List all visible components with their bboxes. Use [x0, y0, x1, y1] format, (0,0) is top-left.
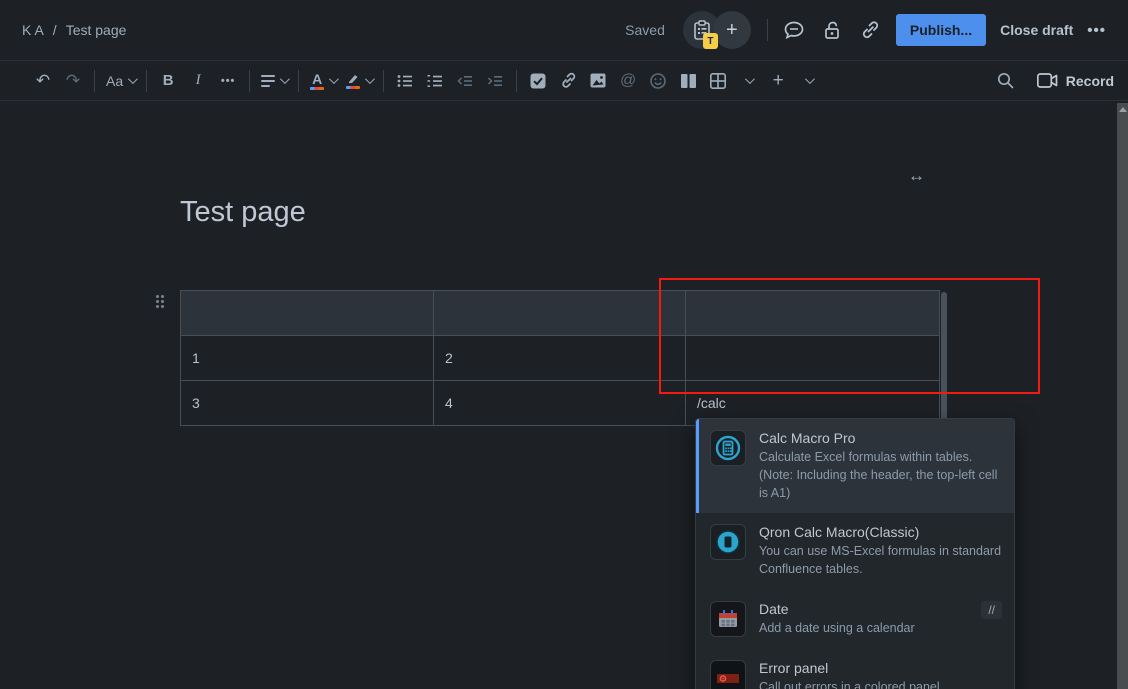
bullet-list-icon[interactable]	[392, 67, 418, 95]
bold-button[interactable]: B	[155, 67, 181, 95]
link-icon[interactable]	[555, 67, 581, 95]
chevron-down-icon	[128, 74, 138, 84]
insert-template-plus-button[interactable]: +	[713, 11, 751, 49]
layouts-icon[interactable]	[675, 67, 701, 95]
toolbar-divider	[516, 70, 517, 92]
editor-canvas[interactable]: ↔ Test page 1 2 3 4 /calc	[0, 102, 1117, 689]
emoji-icon[interactable]	[645, 67, 671, 95]
record-button[interactable]: Record	[1037, 73, 1114, 89]
breadcrumb-separator: /	[53, 22, 57, 38]
search-icon[interactable]	[993, 67, 1019, 95]
outdent-icon[interactable]	[452, 67, 478, 95]
table-header-row[interactable]	[181, 291, 940, 336]
chevron-down-icon	[365, 74, 375, 84]
chevron-down-icon	[745, 74, 755, 84]
menu-item-qron-calc-macro[interactable]: Qron Calc Macro(Classic) You can use MS-…	[696, 513, 1014, 590]
date-icon	[710, 601, 746, 637]
table-cell[interactable]	[686, 336, 940, 381]
menu-item-title: Error panel	[759, 660, 1002, 676]
menu-item-title: Calc Macro Pro	[759, 430, 1002, 446]
page-title[interactable]: Test page	[180, 196, 306, 229]
chevron-down-icon	[329, 74, 339, 84]
error-panel-icon	[710, 660, 746, 689]
slash-command-popup: Calc Macro Pro Calculate Excel formulas …	[695, 418, 1015, 689]
breadcrumb-page[interactable]: Test page	[66, 22, 127, 38]
undo-button[interactable]: ↶	[30, 67, 56, 95]
insert-more-button[interactable]: +	[765, 67, 791, 95]
redo-button[interactable]: ↷	[60, 67, 86, 95]
topbar-more-button[interactable]: •••	[1087, 22, 1106, 39]
chevron-down-icon	[805, 74, 815, 84]
table-cell[interactable]: 4	[434, 381, 686, 426]
insert-chevron[interactable]	[795, 67, 821, 95]
menu-item-description: You can use MS-Excel formulas in standar…	[759, 543, 1002, 579]
table-cell[interactable]: 2	[434, 336, 686, 381]
italic-button[interactable]: I	[185, 67, 211, 95]
menu-item-shortcut: //	[981, 601, 1002, 619]
menu-item-title: Date	[759, 601, 968, 617]
toolbar-divider	[383, 70, 384, 92]
topbar-divider	[767, 19, 768, 41]
text-style-dropdown[interactable]: Aa	[103, 67, 138, 95]
menu-item-error-panel[interactable]: Error panel Call out errors in a colored…	[696, 649, 1014, 689]
align-dropdown[interactable]	[258, 67, 290, 95]
breadcrumb: K A / Test page	[22, 22, 126, 38]
close-draft-button[interactable]: Close draft	[1000, 22, 1073, 38]
menu-item-description: Call out errors in a colored panel	[759, 679, 1002, 689]
numbered-list-icon[interactable]	[422, 67, 448, 95]
scrollbar-up-arrow-icon[interactable]	[1119, 107, 1127, 112]
chevron-down-icon	[280, 74, 290, 84]
highlighter-icon	[346, 73, 360, 89]
mention-icon[interactable]: @	[615, 67, 641, 95]
menu-item-date[interactable]: Date Add a date using a calendar //	[696, 590, 1014, 649]
menu-item-calc-macro-pro[interactable]: Calc Macro Pro Calculate Excel formulas …	[696, 419, 1014, 513]
calc-macro-pro-icon	[710, 430, 746, 466]
indent-icon[interactable]	[482, 67, 508, 95]
image-icon[interactable]	[585, 67, 611, 95]
expand-width-icon[interactable]: ↔	[908, 166, 925, 186]
text-color-icon: A	[310, 72, 324, 90]
more-formatting-button[interactable]: •••	[215, 67, 241, 95]
table-drag-handle[interactable]	[156, 295, 164, 308]
table-cell[interactable]: 1	[181, 336, 434, 381]
toolbar-divider	[249, 70, 250, 92]
table-icon[interactable]	[705, 67, 731, 95]
toolbar-divider	[298, 70, 299, 92]
table-options-chevron[interactable]	[735, 67, 761, 95]
content-table[interactable]: 1 2 3 4 /calc	[180, 290, 940, 426]
table-cell[interactable]: 3	[181, 381, 434, 426]
text-color-dropdown[interactable]: A	[307, 67, 339, 95]
copy-link-icon[interactable]	[858, 18, 882, 42]
templates-button[interactable]: + T	[683, 11, 751, 49]
action-item-icon[interactable]	[525, 67, 551, 95]
toolbar-divider	[146, 70, 147, 92]
video-camera-icon	[1037, 73, 1058, 88]
menu-item-description: Add a date using a calendar	[759, 620, 968, 638]
unlock-icon[interactable]	[820, 18, 844, 42]
menu-item-title: Qron Calc Macro(Classic)	[759, 524, 1002, 540]
comment-icon[interactable]	[782, 18, 806, 42]
editor-toolbar: ↶ ↷ Aa B I ••• A	[0, 60, 1128, 101]
table-cell[interactable]	[434, 291, 686, 336]
top-bar: K A / Test page Saved + T	[0, 0, 1128, 60]
publish-button[interactable]: Publish...	[896, 14, 986, 46]
table-cell[interactable]	[181, 291, 434, 336]
highlight-color-dropdown[interactable]	[343, 67, 375, 95]
toolbar-divider	[94, 70, 95, 92]
saved-status: Saved	[625, 22, 665, 38]
vertical-scrollbar[interactable]	[1117, 103, 1128, 689]
menu-item-description: Calculate Excel formulas within tables. …	[759, 449, 1002, 502]
table-row[interactable]: 1 2	[181, 336, 940, 381]
align-left-icon	[261, 75, 275, 87]
table-cell[interactable]	[686, 291, 940, 336]
template-t-badge: T	[703, 33, 718, 49]
qron-calc-macro-icon	[710, 524, 746, 560]
breadcrumb-space[interactable]: K A	[22, 22, 44, 38]
